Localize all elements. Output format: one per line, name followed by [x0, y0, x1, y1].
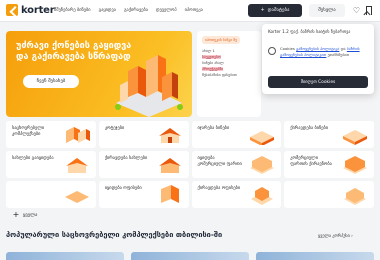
- rent-apartment-icon: [343, 130, 367, 145]
- nav-item-developers[interactable]: დეველოპ: [156, 8, 177, 13]
- category-card[interactable]: საცხოვრებელი კომპლექსები: [6, 121, 96, 148]
- promo-highlight-2: პროექტებში: [202, 67, 223, 71]
- category-label: საცხოვრებელი კომპლექსები: [12, 126, 45, 137]
- hero-banner: უძრავი ქონების გაყიდვა და გაქირავება სწრ…: [6, 31, 192, 117]
- heart-icon[interactable]: ♡: [351, 5, 362, 16]
- cottage-icon: [158, 128, 181, 143]
- cookie-header: Korter 1.2 ფაქ. ბაზრის საიტის ნებართვა: [268, 29, 351, 34]
- house-icon: [65, 158, 88, 173]
- accept-cookies-button[interactable]: მიიღეთ Cookies: [268, 76, 368, 88]
- category-label: ქირავდება ბინები: [290, 126, 329, 131]
- category-card[interactable]: კომერციული ფართის ქირავნობა: [284, 151, 374, 178]
- category-card[interactable]: [284, 181, 374, 208]
- cookie-text-mid: და: [340, 46, 346, 51]
- category-grid: საცხოვრებელი კომპლექსები კოტეჯები იჯარებ…: [6, 121, 374, 219]
- category-card[interactable]: [6, 181, 96, 208]
- chevron-right-icon: ›: [351, 233, 353, 238]
- plus-icon: +: [260, 8, 265, 13]
- category-card[interactable]: იყიდება კომერციული ფართი: [191, 151, 282, 178]
- category-card[interactable]: ქირავდება ოფისები: [191, 181, 282, 208]
- nav-item-rent[interactable]: გაქირავება: [124, 8, 148, 13]
- category-card[interactable]: იჯარება ბინები: [191, 121, 282, 148]
- plus-icon: +: [12, 210, 20, 219]
- category-card[interactable]: იყიდება ოფისები: [98, 181, 189, 208]
- buildings-illustration: [115, 55, 183, 117]
- bookmark-icon[interactable]: [366, 6, 372, 15]
- nav-item-mortgage[interactable]: იპოთეკა: [185, 8, 203, 13]
- top-navigation-bar: korter მშენებარე ბინები გაყიდვა გაქირავე…: [0, 0, 380, 22]
- cookie-body: Cookies გამოყენების პოლიტიკა და ბაზრის გ…: [268, 46, 368, 57]
- category-label: კომერციული ფართის ქირავნობა: [290, 156, 332, 167]
- garage-icon: [344, 188, 366, 205]
- logo-text: korter: [21, 4, 55, 16]
- see-all-link[interactable]: ყველა კორპუსი ›: [318, 233, 353, 238]
- office-icon: [160, 185, 179, 203]
- nav-item-new-buildings[interactable]: მშენებარე ბინები: [54, 8, 91, 13]
- category-label: ქირავდება ოფისები: [197, 186, 241, 191]
- apartment-icon: [250, 131, 275, 145]
- promo-text: ახალ 1 საუკეთესო ბინები ახალ პროექტებში …: [202, 48, 256, 78]
- add-listing-button[interactable]: + დამატება: [248, 4, 302, 17]
- cookie-icon: [268, 47, 276, 55]
- promo-tag: იპოთეკის ბანკი მე: [202, 36, 241, 44]
- category-label: კოტეჯები: [104, 126, 125, 131]
- logo-icon: [6, 4, 18, 16]
- cookie-text-before: Cookies: [280, 46, 295, 51]
- category-label: ქირავდება სახლები: [104, 156, 148, 161]
- office-rent-icon: [251, 187, 274, 205]
- complex-card-image[interactable]: [131, 252, 249, 260]
- show-more-label: ყველა: [23, 212, 38, 218]
- category-card[interactable]: ქირავდება ბინები: [284, 121, 374, 148]
- commercial-rent-icon: [343, 156, 367, 174]
- promo-card[interactable]: იპოთეკის ბანკი მე ახალ 1 საუკეთესო ბინებ…: [197, 31, 261, 133]
- category-label: სახლები გაიყიდება: [12, 156, 54, 161]
- cookie-policy-link[interactable]: გამოყენების პოლიტიკა: [296, 46, 339, 51]
- see-all-label: ყველა კორპუსი: [318, 233, 350, 238]
- category-card[interactable]: კოტეჯები: [98, 121, 189, 148]
- cookie-text-after: ეთანხმებით: [327, 51, 350, 57]
- commercial-icon: [250, 156, 275, 174]
- complex-card-image[interactable]: [6, 252, 124, 260]
- login-button[interactable]: შესვლა: [309, 4, 345, 17]
- cookie-text: Cookies გამოყენების პოლიტიკა და ბაზრის გ…: [280, 46, 368, 57]
- promo-line-3: შესაბამისი ფასებით: [202, 73, 237, 77]
- apartment-complex-icon: [65, 127, 90, 143]
- category-card[interactable]: ქირავდება სახლები: [98, 151, 189, 178]
- land-icon: [64, 191, 89, 203]
- category-label: იყიდება ოფისები: [104, 186, 142, 191]
- logo[interactable]: korter: [6, 4, 55, 16]
- rent-house-icon: [158, 158, 181, 173]
- add-listing-label: დამატება: [267, 8, 290, 13]
- category-card[interactable]: სახლები გაიყიდება: [6, 151, 96, 178]
- category-label: იჯარება ბინები: [197, 126, 230, 131]
- category-label: იყიდება კომერციული ფართი: [197, 156, 242, 167]
- complex-card-image[interactable]: [256, 252, 374, 260]
- hero-button[interactable]: ჩვენ შესახებ: [23, 75, 79, 88]
- promo-highlight-1: საუკეთესო: [202, 55, 221, 59]
- show-more-categories[interactable]: + ყველა: [6, 211, 96, 219]
- cookie-consent-popup: Korter 1.2 ფაქ. ბაზრის საიტის ნებართვა C…: [262, 24, 374, 94]
- main-nav: მშენებარე ბინები გაყიდვა გაქირავება დევე…: [54, 8, 203, 13]
- nav-item-sale[interactable]: გაყიდვა: [99, 8, 116, 13]
- section-title: პოპულარული საცხოვრებელი კომპლექსები თბილ…: [6, 230, 223, 239]
